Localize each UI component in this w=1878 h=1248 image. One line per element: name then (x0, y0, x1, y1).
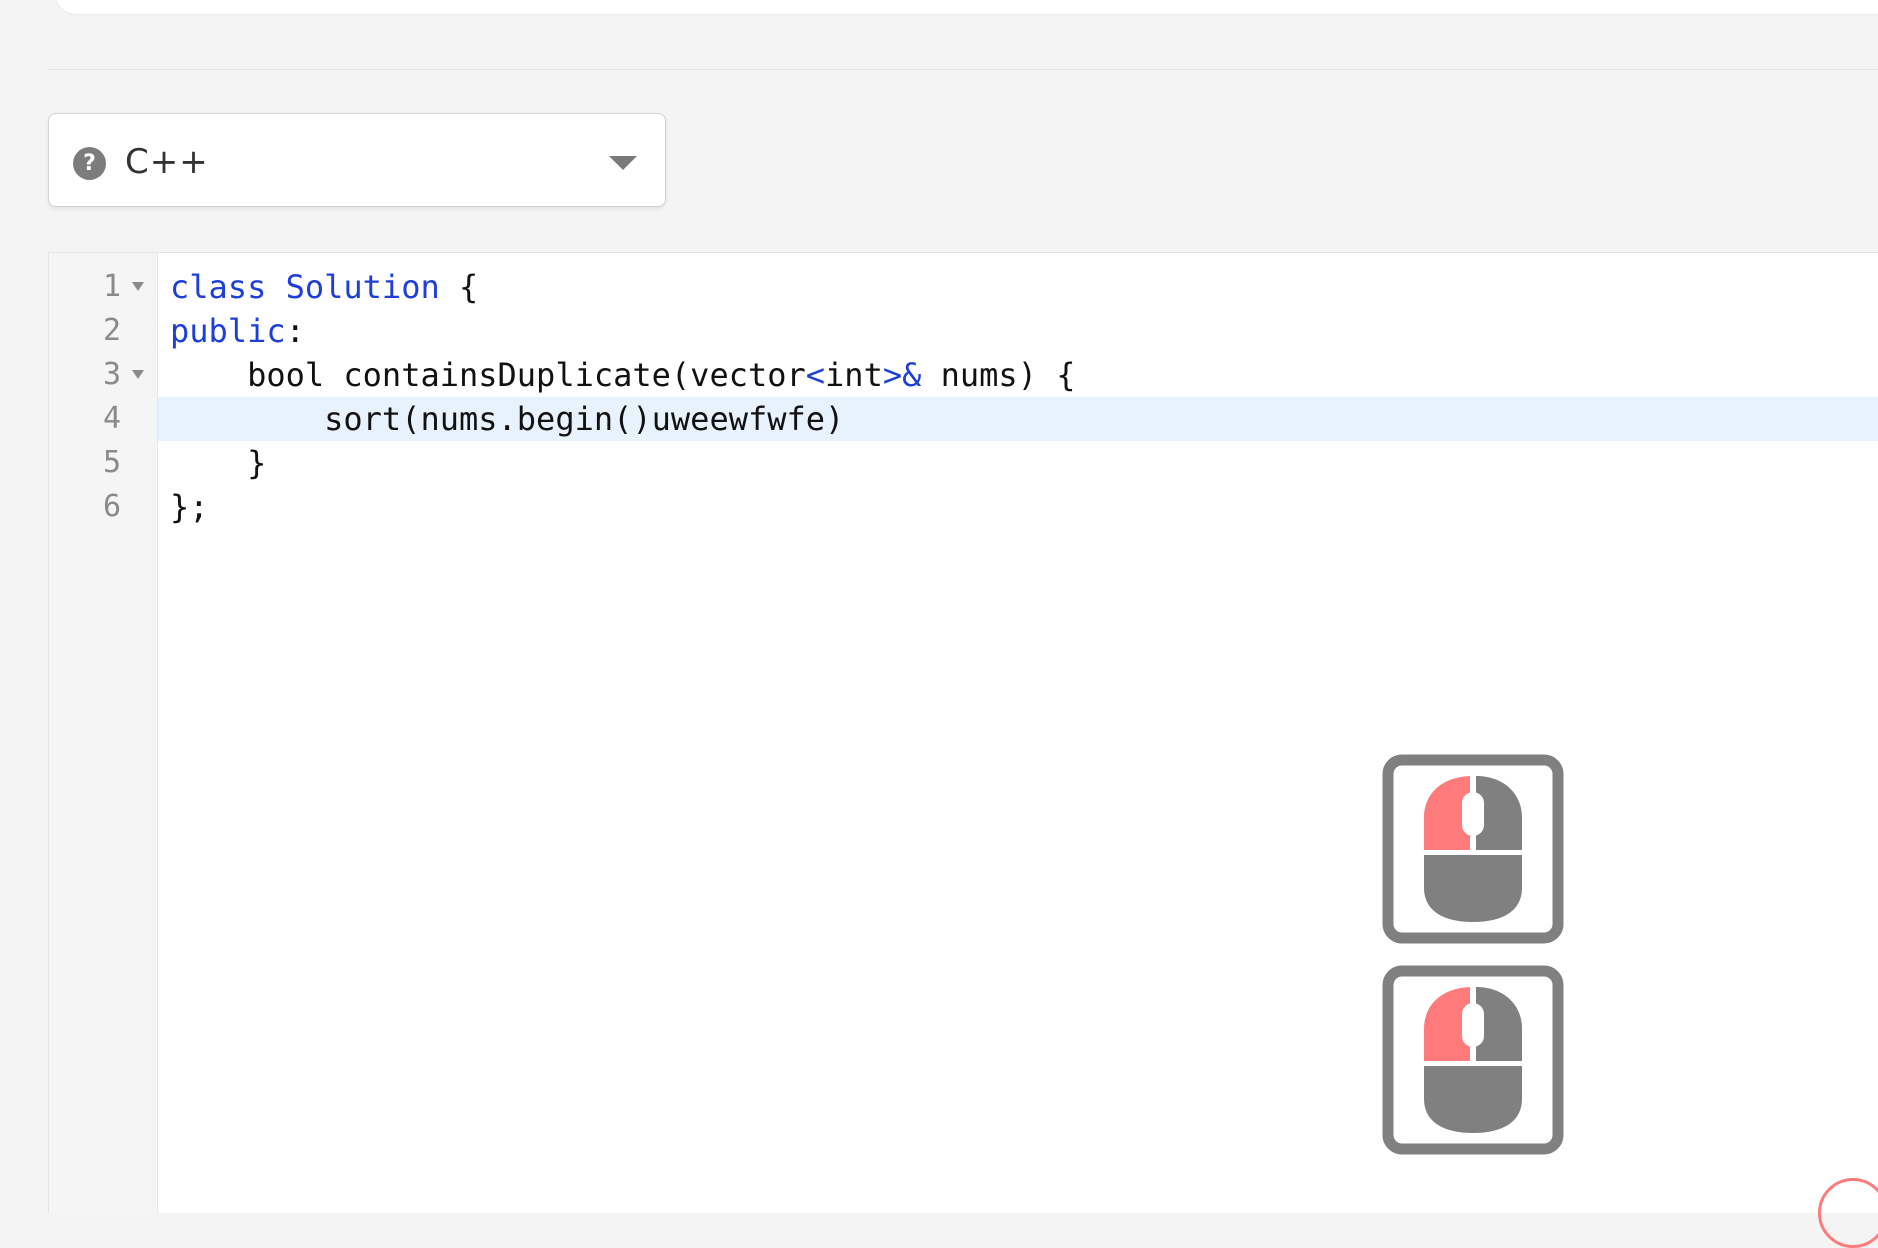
code-token: nums) { (921, 356, 1076, 394)
code-text: } (170, 441, 266, 485)
line-number: 6 (102, 489, 121, 524)
code-line[interactable]: 1 class Solution { (49, 265, 1878, 309)
code-line[interactable]: 4 sort(nums.begin()uweewfwfe) (49, 397, 1878, 441)
code-token: { (439, 268, 479, 306)
code-token: }; (170, 488, 209, 526)
code-text: }; (170, 485, 209, 529)
language-select-value: C++ (125, 142, 209, 182)
section-divider (48, 69, 1878, 70)
code-line[interactable]: 5 } (49, 441, 1878, 485)
code-text: bool containsDuplicate(vector<int>& nums… (170, 353, 1075, 397)
code-line-highlight (158, 309, 1878, 353)
code-text: sort(nums.begin()uweewfwfe) (170, 397, 844, 441)
chevron-down-icon[interactable] (609, 156, 637, 170)
code-token: sort(nums.begin()uweewfwfe) (170, 400, 845, 438)
code-text: public: (170, 309, 305, 353)
code-token: Solution (285, 268, 440, 306)
code-line-highlight (158, 441, 1878, 485)
language-select[interactable]: ? C++ (48, 113, 666, 207)
line-number: 4 (102, 401, 121, 436)
code-token: } (170, 444, 267, 482)
code-line-highlight (158, 485, 1878, 529)
code-token: int (825, 356, 883, 394)
fold-arrow-icon[interactable] (132, 370, 144, 379)
code-text: class Solution { (170, 265, 478, 309)
code-line[interactable]: 3 bool containsDuplicate(vector<int>& nu… (49, 353, 1878, 397)
help-circle-button[interactable] (1818, 1178, 1878, 1248)
code-token: < (805, 356, 826, 394)
code-line[interactable]: 2 public: (49, 309, 1878, 353)
top-card (55, 0, 1878, 14)
question-circle-icon[interactable]: ? (73, 147, 106, 180)
code-token: class (170, 268, 267, 306)
line-number: 5 (102, 445, 121, 480)
code-editor[interactable]: 1 class Solution {2 public: 3 bool contains… (48, 252, 1878, 1213)
fold-arrow-icon[interactable] (132, 282, 144, 291)
code-line[interactable]: 6}; (49, 485, 1878, 529)
line-number: 2 (102, 313, 121, 348)
code-token: bool containsDuplicate(vector (170, 356, 806, 394)
code-token: public (170, 312, 286, 350)
code-token: >& (882, 356, 922, 394)
mouse-left-click-icon (1382, 965, 1564, 1155)
line-number: 1 (102, 269, 121, 304)
line-number: 3 (102, 357, 121, 392)
mouse-left-click-icon (1382, 754, 1564, 944)
code-token: : (285, 312, 305, 350)
